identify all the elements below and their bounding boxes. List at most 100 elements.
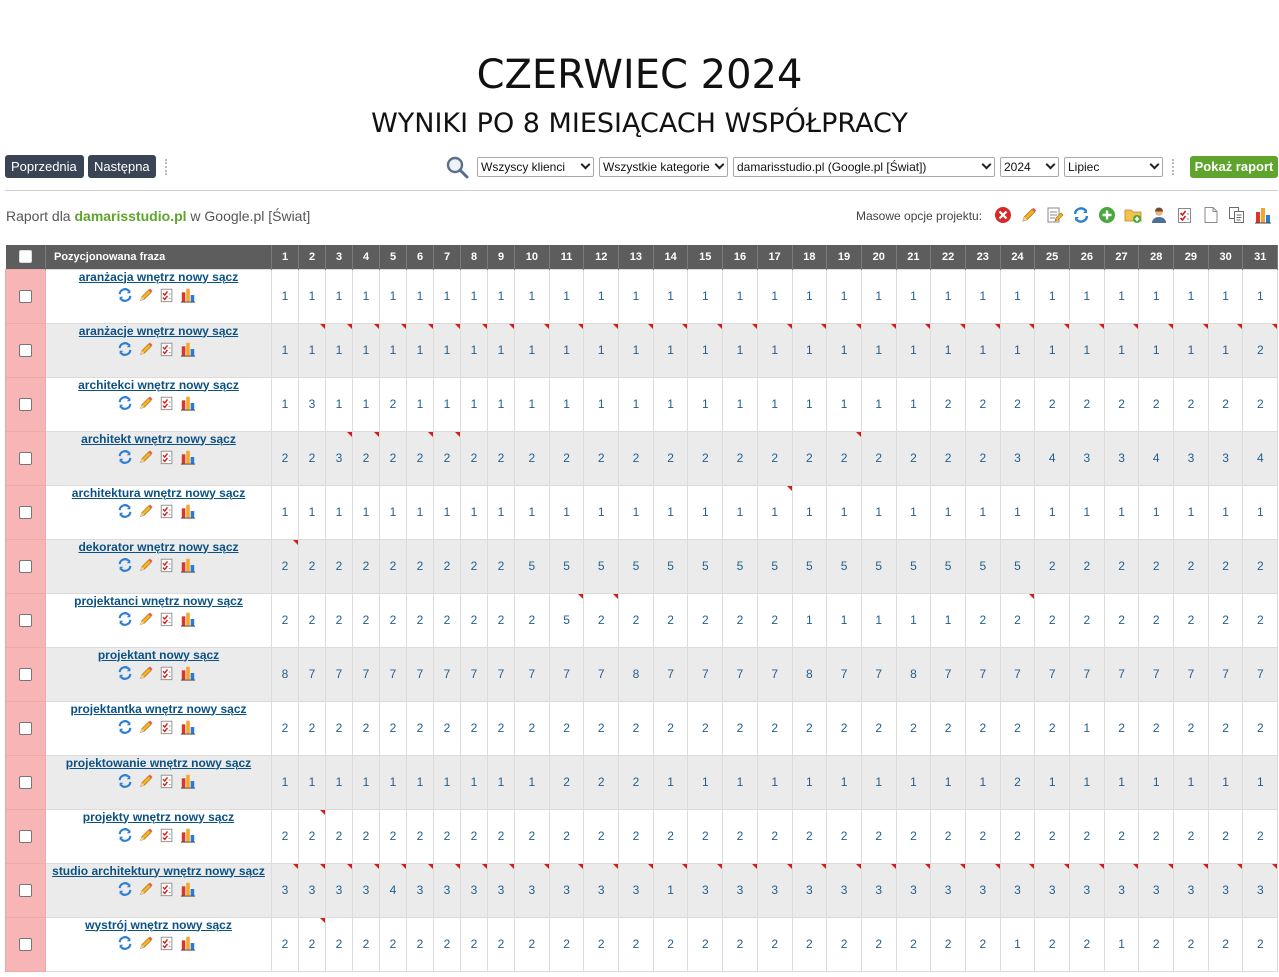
position-cell[interactable]: 1	[583, 376, 620, 432]
position-cell[interactable]: 2	[756, 916, 793, 972]
position-cell[interactable]: 1	[791, 268, 828, 324]
position-cell[interactable]: 1	[1034, 484, 1070, 540]
position-cell[interactable]: 1	[352, 484, 380, 540]
position-cell[interactable]: 2	[860, 430, 897, 486]
position-cell[interactable]: 2	[722, 430, 758, 486]
day-column-header[interactable]: 8	[460, 245, 488, 269]
day-column-header[interactable]: 18	[792, 245, 828, 269]
position-cell[interactable]: 1	[487, 268, 515, 324]
position-cell[interactable]: 2	[583, 808, 620, 864]
position-cell[interactable]: 1	[514, 484, 550, 540]
position-cell[interactable]: 1	[652, 862, 689, 918]
position-cell[interactable]: 7	[1173, 646, 1209, 702]
position-cell[interactable]: 1	[352, 268, 380, 324]
position-cell[interactable]: 3	[1069, 430, 1105, 486]
day-column-header[interactable]: 7	[433, 245, 461, 269]
position-cell[interactable]: 1	[791, 322, 828, 378]
position-cell[interactable]: 2	[1034, 538, 1070, 594]
position-cell[interactable]: 1	[406, 376, 434, 432]
position-cell[interactable]: 2	[756, 808, 793, 864]
position-cell[interactable]: 5	[930, 538, 966, 594]
position-cell[interactable]: 1	[895, 268, 932, 324]
position-cell[interactable]: 2	[618, 808, 654, 864]
position-cell[interactable]: 2	[930, 808, 966, 864]
phrase-link[interactable]: architekt wnętrz nowy sącz	[46, 432, 271, 446]
position-cell[interactable]: 2	[826, 430, 862, 486]
position-cell[interactable]: 1	[1207, 484, 1244, 540]
edit-icon[interactable]	[138, 935, 154, 951]
position-cell[interactable]: 4	[1138, 430, 1175, 486]
position-cell[interactable]: 1	[583, 322, 620, 378]
day-column-header[interactable]: 11	[549, 245, 585, 269]
position-cell[interactable]: 7	[964, 646, 1001, 702]
position-cell[interactable]: 1	[687, 268, 724, 324]
edit-icon[interactable]	[138, 449, 154, 465]
position-cell[interactable]: 2	[271, 808, 299, 864]
chart-icon[interactable]	[180, 557, 196, 573]
refresh-icon[interactable]	[117, 449, 133, 465]
position-cell[interactable]: 7	[999, 646, 1036, 702]
position-cell[interactable]: 2	[964, 430, 1001, 486]
day-column-header[interactable]: 4	[352, 245, 380, 269]
day-column-header[interactable]: 27	[1104, 245, 1140, 269]
position-cell[interactable]: 2	[756, 430, 793, 486]
position-cell[interactable]: 2	[1207, 538, 1244, 594]
position-cell[interactable]: 2	[1173, 592, 1209, 648]
position-cell[interactable]: 2	[895, 430, 932, 486]
position-cell[interactable]: 2	[687, 916, 724, 972]
position-cell[interactable]: 1	[756, 754, 793, 810]
position-cell[interactable]: 1	[1103, 268, 1140, 324]
add-icon[interactable]	[1098, 206, 1116, 224]
position-cell[interactable]: 3	[687, 862, 724, 918]
day-column-header[interactable]: 22	[930, 245, 966, 269]
position-cell[interactable]: 2	[352, 430, 380, 486]
position-cell[interactable]: 2	[1173, 916, 1209, 972]
position-cell[interactable]: 3	[1103, 430, 1140, 486]
position-cell[interactable]: 3	[999, 430, 1036, 486]
position-cell[interactable]: 2	[1173, 538, 1209, 594]
position-cell[interactable]: 2	[1242, 916, 1279, 972]
position-cell[interactable]: 7	[325, 646, 353, 702]
position-cell[interactable]: 3	[1138, 862, 1175, 918]
position-cell[interactable]: 1	[1138, 754, 1175, 810]
position-cell[interactable]: 2	[791, 808, 828, 864]
checklist-icon[interactable]	[159, 935, 175, 951]
position-cell[interactable]: 1	[964, 484, 1001, 540]
position-cell[interactable]: 5	[583, 538, 620, 594]
position-cell[interactable]: 1	[652, 484, 689, 540]
position-cell[interactable]: 1	[860, 754, 897, 810]
row-checkbox[interactable]	[19, 776, 32, 790]
position-cell[interactable]: 2	[964, 592, 1001, 648]
edit-icon[interactable]	[138, 287, 154, 303]
position-cell[interactable]: 3	[1103, 862, 1140, 918]
position-cell[interactable]: 1	[325, 376, 353, 432]
position-cell[interactable]: 2	[1138, 700, 1175, 756]
position-cell[interactable]: 2	[352, 700, 380, 756]
position-cell[interactable]: 1	[791, 484, 828, 540]
position-cell[interactable]: 3	[618, 862, 654, 918]
position-cell[interactable]: 2	[722, 700, 758, 756]
position-cell[interactable]: 2	[999, 700, 1036, 756]
position-cell[interactable]: 2	[352, 808, 380, 864]
position-cell[interactable]: 2	[895, 808, 932, 864]
position-cell[interactable]: 1	[325, 484, 353, 540]
position-cell[interactable]: 2	[860, 916, 897, 972]
phrase-link[interactable]: wystrój wnętrz nowy sącz	[46, 918, 271, 932]
position-cell[interactable]: 2	[325, 538, 353, 594]
checklist-icon[interactable]	[159, 611, 175, 627]
position-cell[interactable]: 2	[298, 700, 326, 756]
position-cell[interactable]: 1	[1138, 484, 1175, 540]
chart-icon[interactable]	[1254, 206, 1272, 224]
position-cell[interactable]: 2	[487, 538, 515, 594]
position-cell[interactable]: 1	[433, 376, 461, 432]
position-cell[interactable]: 8	[791, 646, 828, 702]
row-checkbox[interactable]	[19, 830, 32, 844]
position-cell[interactable]: 3	[930, 862, 966, 918]
position-cell[interactable]: 2	[826, 916, 862, 972]
day-column-header[interactable]: 5	[379, 245, 407, 269]
position-cell[interactable]: 1	[487, 754, 515, 810]
day-column-header[interactable]: 14	[653, 245, 689, 269]
position-cell[interactable]: 3	[406, 862, 434, 918]
position-cell[interactable]: 3	[298, 862, 326, 918]
row-checkbox[interactable]	[19, 722, 32, 736]
